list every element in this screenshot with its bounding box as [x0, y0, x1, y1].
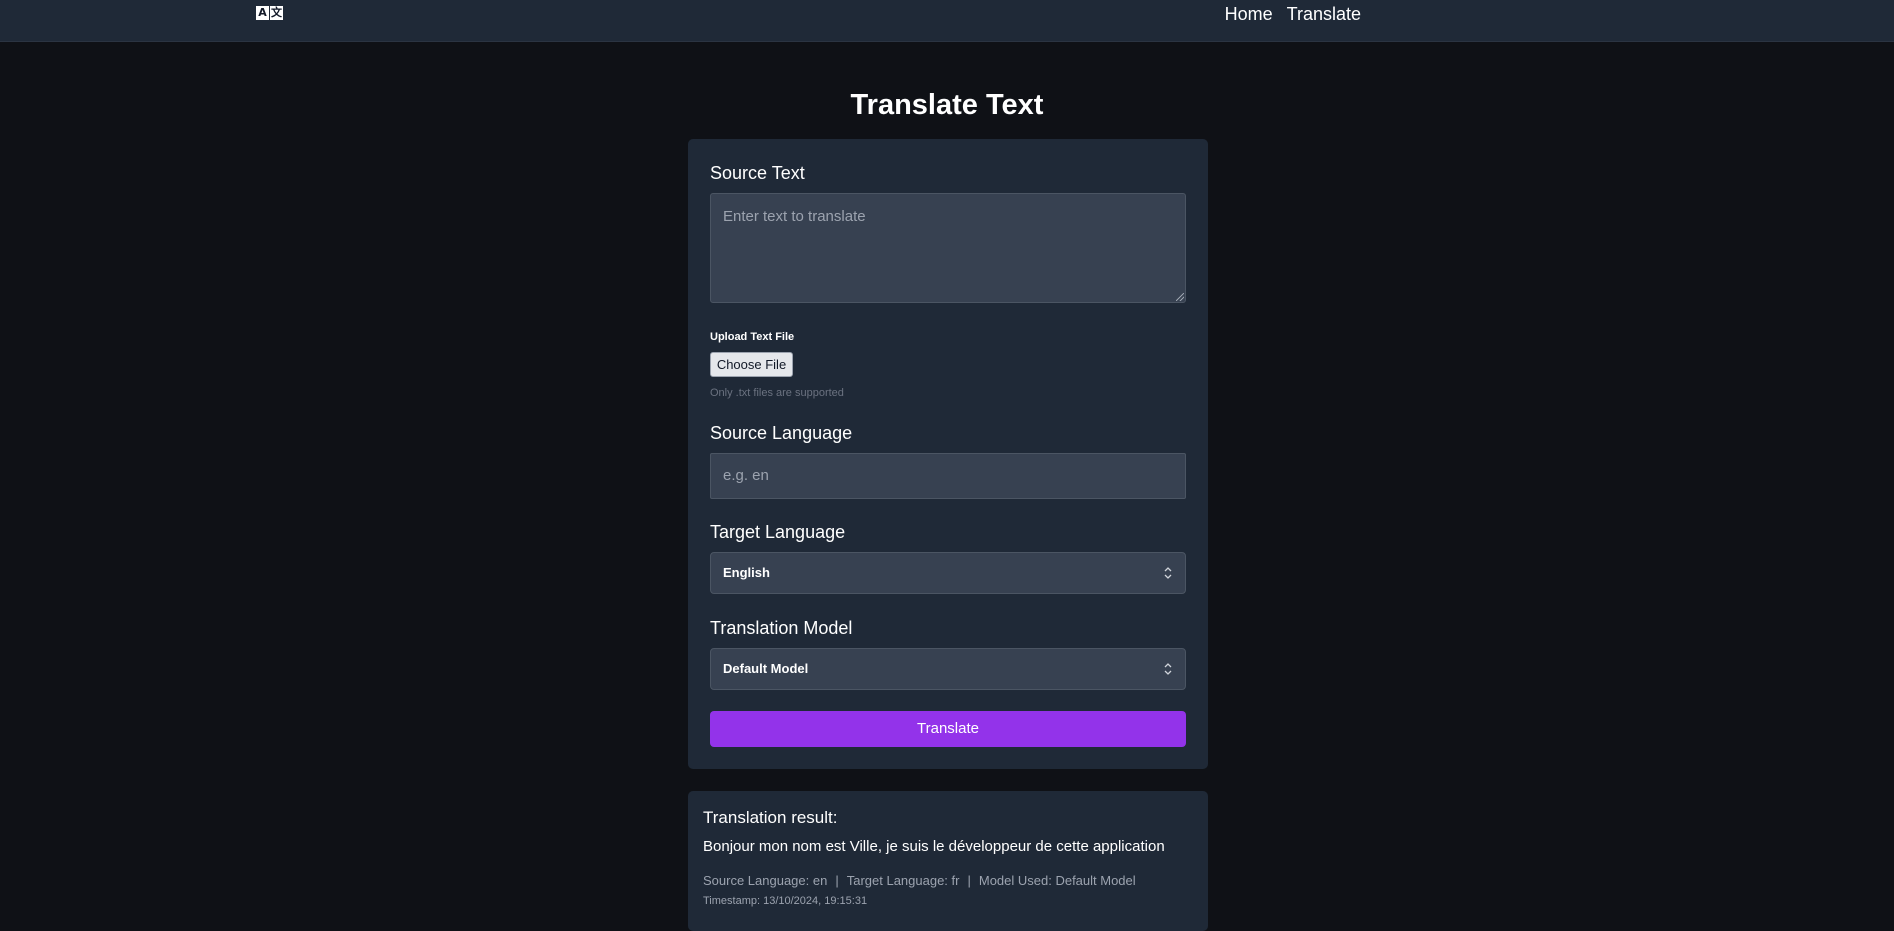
separator: | [967, 873, 971, 888]
source-language-label: Source Language [710, 423, 853, 443]
translate-logo-icon[interactable]: A 文 [256, 6, 283, 22]
result-target-language: Target Language: fr [846, 873, 960, 888]
choose-file-button[interactable]: Choose File [710, 352, 793, 377]
nav-link-translate[interactable]: Translate [1287, 3, 1361, 25]
result-heading: Translation result: [703, 808, 838, 827]
result-meta: Source Language: en | Target Language: fr |… [703, 873, 1136, 888]
result-model-used: Model Used: Default Model [978, 873, 1136, 888]
model-label: Translation Model [710, 618, 853, 638]
navbar: A 文 Home Translate [0, 0, 1894, 42]
chevron-updown-icon [1164, 663, 1172, 675]
result-text: Bonjour mon nom est Ville, je suis le dé… [703, 838, 1165, 855]
resize-handle-icon[interactable] [1176, 293, 1184, 301]
logo-glyph-wen: 文 [270, 6, 283, 20]
target-language-value: English [723, 565, 770, 580]
nav-link-home[interactable]: Home [1225, 3, 1273, 25]
source-language-placeholder: e.g. en [723, 467, 769, 484]
model-value: Default Model [723, 661, 809, 676]
page-title: Translate Text [850, 89, 1044, 121]
translate-button[interactable]: Translate [710, 711, 1186, 747]
result-source-language: Source Language: en [703, 873, 828, 888]
result-timestamp: Timestamp: 13/10/2024, 19:15:31 [703, 895, 868, 907]
model-select[interactable]: Default Model [710, 648, 1186, 690]
target-language-select[interactable]: English [710, 552, 1186, 594]
source-language-input[interactable]: e.g. en [710, 453, 1186, 499]
target-language-label: Target Language [710, 522, 846, 542]
source-text-input[interactable]: Enter text to translate [710, 193, 1186, 303]
separator: | [835, 873, 839, 888]
upload-hint: Only .txt files are supported [710, 387, 844, 399]
translate-form: Source Text Enter text to translate Uplo… [688, 139, 1208, 769]
translation-result: Translation result: Bonjour mon nom est … [688, 791, 1208, 931]
logo-glyph-a: A [256, 6, 269, 20]
source-text-placeholder: Enter text to translate [723, 208, 866, 225]
source-text-label: Source Text [710, 163, 805, 183]
nav-links: Home Translate [1225, 3, 1361, 25]
upload-label: Upload Text File [710, 331, 795, 343]
chevron-updown-icon [1164, 567, 1172, 579]
